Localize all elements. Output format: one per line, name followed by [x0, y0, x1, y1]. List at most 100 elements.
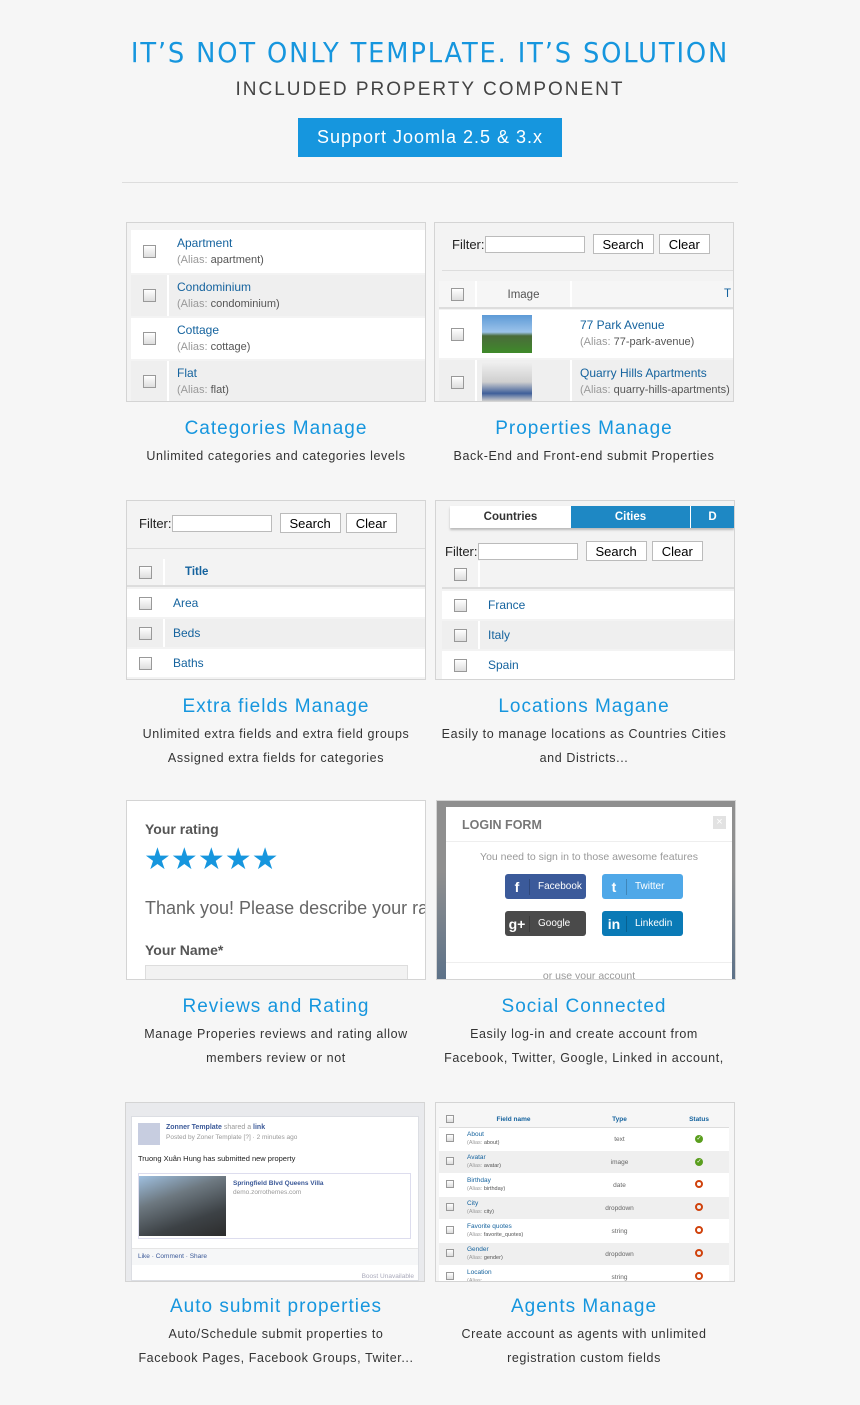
tab-countries[interactable]: Countries — [450, 506, 571, 528]
search-button[interactable]: Search — [592, 234, 654, 254]
locations-screenshot: Countries Cities D Filter: Search Clear Fr… — [435, 500, 735, 680]
clear-button[interactable]: Clear — [651, 541, 703, 561]
field-link[interactable]: Beds — [165, 625, 200, 642]
column-title[interactable]: T — [572, 288, 733, 300]
clear-button[interactable]: Clear — [345, 513, 397, 533]
alias-label: (Alias: — [467, 1163, 483, 1169]
select-all-checkbox[interactable] — [450, 287, 464, 301]
column-status[interactable]: Status — [673, 1116, 725, 1123]
field-link[interactable]: Avatar — [467, 1153, 566, 1162]
location-link[interactable]: Spain — [480, 657, 519, 674]
column-type[interactable]: Type — [566, 1116, 673, 1123]
select-all-checkbox[interactable] — [453, 567, 467, 581]
search-button[interactable]: Search — [279, 513, 341, 533]
star-icon[interactable]: ★ — [171, 845, 198, 875]
status-cell: ✓ — [673, 1135, 725, 1143]
star-rating[interactable]: ★ ★ ★ ★ ★ — [144, 845, 279, 875]
facebook-button[interactable]: f Facebook — [505, 874, 586, 899]
field-link[interactable]: Location — [467, 1268, 566, 1277]
row-checkbox[interactable] — [450, 327, 464, 341]
google-button[interactable]: g+ Google — [505, 911, 586, 936]
feature-title: Agents Manage — [510, 1296, 658, 1317]
property-link[interactable]: Quarry Hills Apartments — [580, 365, 730, 382]
feature-description: Easily to manage locations as Countries … — [441, 727, 727, 741]
row-checkbox[interactable] — [446, 1157, 454, 1165]
published-check-icon[interactable]: ✓ — [695, 1135, 703, 1143]
row-checkbox[interactable] — [142, 375, 156, 388]
shared-link[interactable]: link — [253, 1124, 265, 1131]
column-title[interactable]: Title — [165, 564, 208, 581]
name-input[interactable] — [145, 965, 408, 979]
like-link[interactable]: Like — [138, 1253, 150, 1260]
tab-districts[interactable]: D — [691, 506, 734, 528]
linkedin-button[interactable]: in Linkedin — [602, 911, 683, 936]
column-field-name[interactable]: Field name — [461, 1116, 566, 1123]
unpublished-icon[interactable] — [695, 1203, 703, 1211]
row-checkbox[interactable] — [446, 1180, 454, 1188]
alias-label: (Alias: — [177, 297, 208, 310]
row-checkbox[interactable] — [446, 1272, 454, 1280]
category-link[interactable]: Condominium — [177, 279, 280, 296]
unpublished-icon[interactable] — [695, 1249, 703, 1257]
star-icon[interactable]: ★ — [252, 845, 279, 875]
support-joomla-button[interactable]: Support Joomla 2.5 & 3.x — [298, 118, 562, 157]
clear-button[interactable]: Clear — [658, 234, 710, 254]
field-link[interactable]: Area — [165, 595, 198, 612]
unpublished-icon[interactable] — [695, 1180, 703, 1188]
filter-input[interactable] — [484, 235, 585, 253]
row-checkbox[interactable] — [138, 626, 152, 640]
field-link[interactable]: City — [467, 1199, 566, 1208]
star-icon[interactable]: ★ — [144, 845, 171, 875]
filter-bar: Filter: Search Clear — [139, 513, 402, 533]
row-checkbox[interactable] — [138, 596, 152, 610]
unpublished-icon[interactable] — [695, 1226, 703, 1234]
filter-label: Filter: — [139, 515, 172, 531]
field-link[interactable]: Birthday — [467, 1176, 566, 1185]
category-link[interactable]: Cottage — [177, 322, 250, 339]
unpublished-icon[interactable] — [695, 1272, 703, 1280]
field-link[interactable]: Gender — [467, 1245, 566, 1254]
star-icon[interactable]: ★ — [225, 845, 252, 875]
field-link[interactable]: Baths — [165, 655, 204, 672]
select-all-checkbox[interactable] — [446, 1114, 454, 1123]
comment-link[interactable]: Comment — [156, 1253, 184, 1260]
category-row: Condominium (Alias: condominium) — [131, 275, 425, 316]
row-checkbox[interactable] — [446, 1203, 454, 1211]
row-checkbox[interactable] — [453, 658, 467, 672]
property-link[interactable]: 77 Park Avenue — [580, 317, 694, 334]
row-checkbox[interactable] — [450, 375, 464, 389]
share-link[interactable]: Share — [190, 1253, 207, 1260]
location-link[interactable]: Italy — [480, 627, 510, 644]
search-button[interactable]: Search — [585, 541, 647, 561]
published-check-icon[interactable]: ✓ — [695, 1158, 703, 1166]
select-all-checkbox[interactable] — [138, 565, 152, 579]
row-checkbox[interactable] — [446, 1226, 454, 1234]
rating-label: Your rating — [145, 821, 219, 837]
tab-cities[interactable]: Cities — [571, 506, 691, 528]
row-checkbox[interactable] — [142, 245, 156, 258]
filter-input[interactable] — [477, 542, 578, 560]
row-checkbox[interactable] — [142, 289, 156, 302]
row-checkbox[interactable] — [446, 1134, 454, 1142]
filter-input[interactable] — [171, 514, 272, 532]
location-link[interactable]: France — [480, 597, 525, 614]
facebook-icon: f — [505, 878, 530, 895]
field-link[interactable]: Favorite quotes — [467, 1222, 566, 1231]
close-icon[interactable]: × — [713, 816, 726, 829]
star-icon[interactable]: ★ — [198, 845, 225, 875]
table-row: City (Alias: city) dropdown — [439, 1197, 729, 1220]
row-checkbox[interactable] — [453, 628, 467, 642]
row-checkbox[interactable] — [446, 1249, 454, 1257]
twitter-button[interactable]: t Twitter — [602, 874, 683, 899]
category-link[interactable]: Apartment — [177, 235, 264, 252]
category-link[interactable]: Flat — [177, 365, 229, 382]
category-row: Flat (Alias: flat) — [131, 361, 425, 401]
row-checkbox[interactable] — [138, 656, 152, 670]
row-checkbox[interactable] — [142, 332, 156, 345]
field-link[interactable]: About — [467, 1130, 566, 1139]
row-checkbox[interactable] — [453, 598, 467, 612]
link-card[interactable]: Springfield Blvd Queens Villa demo.zorro… — [138, 1173, 411, 1239]
table-row: Favorite quotes (Alias: favorite_quotes) … — [439, 1220, 729, 1243]
alias-value: gender) — [483, 1255, 503, 1261]
page-name[interactable]: Zonner Template — [166, 1124, 222, 1131]
